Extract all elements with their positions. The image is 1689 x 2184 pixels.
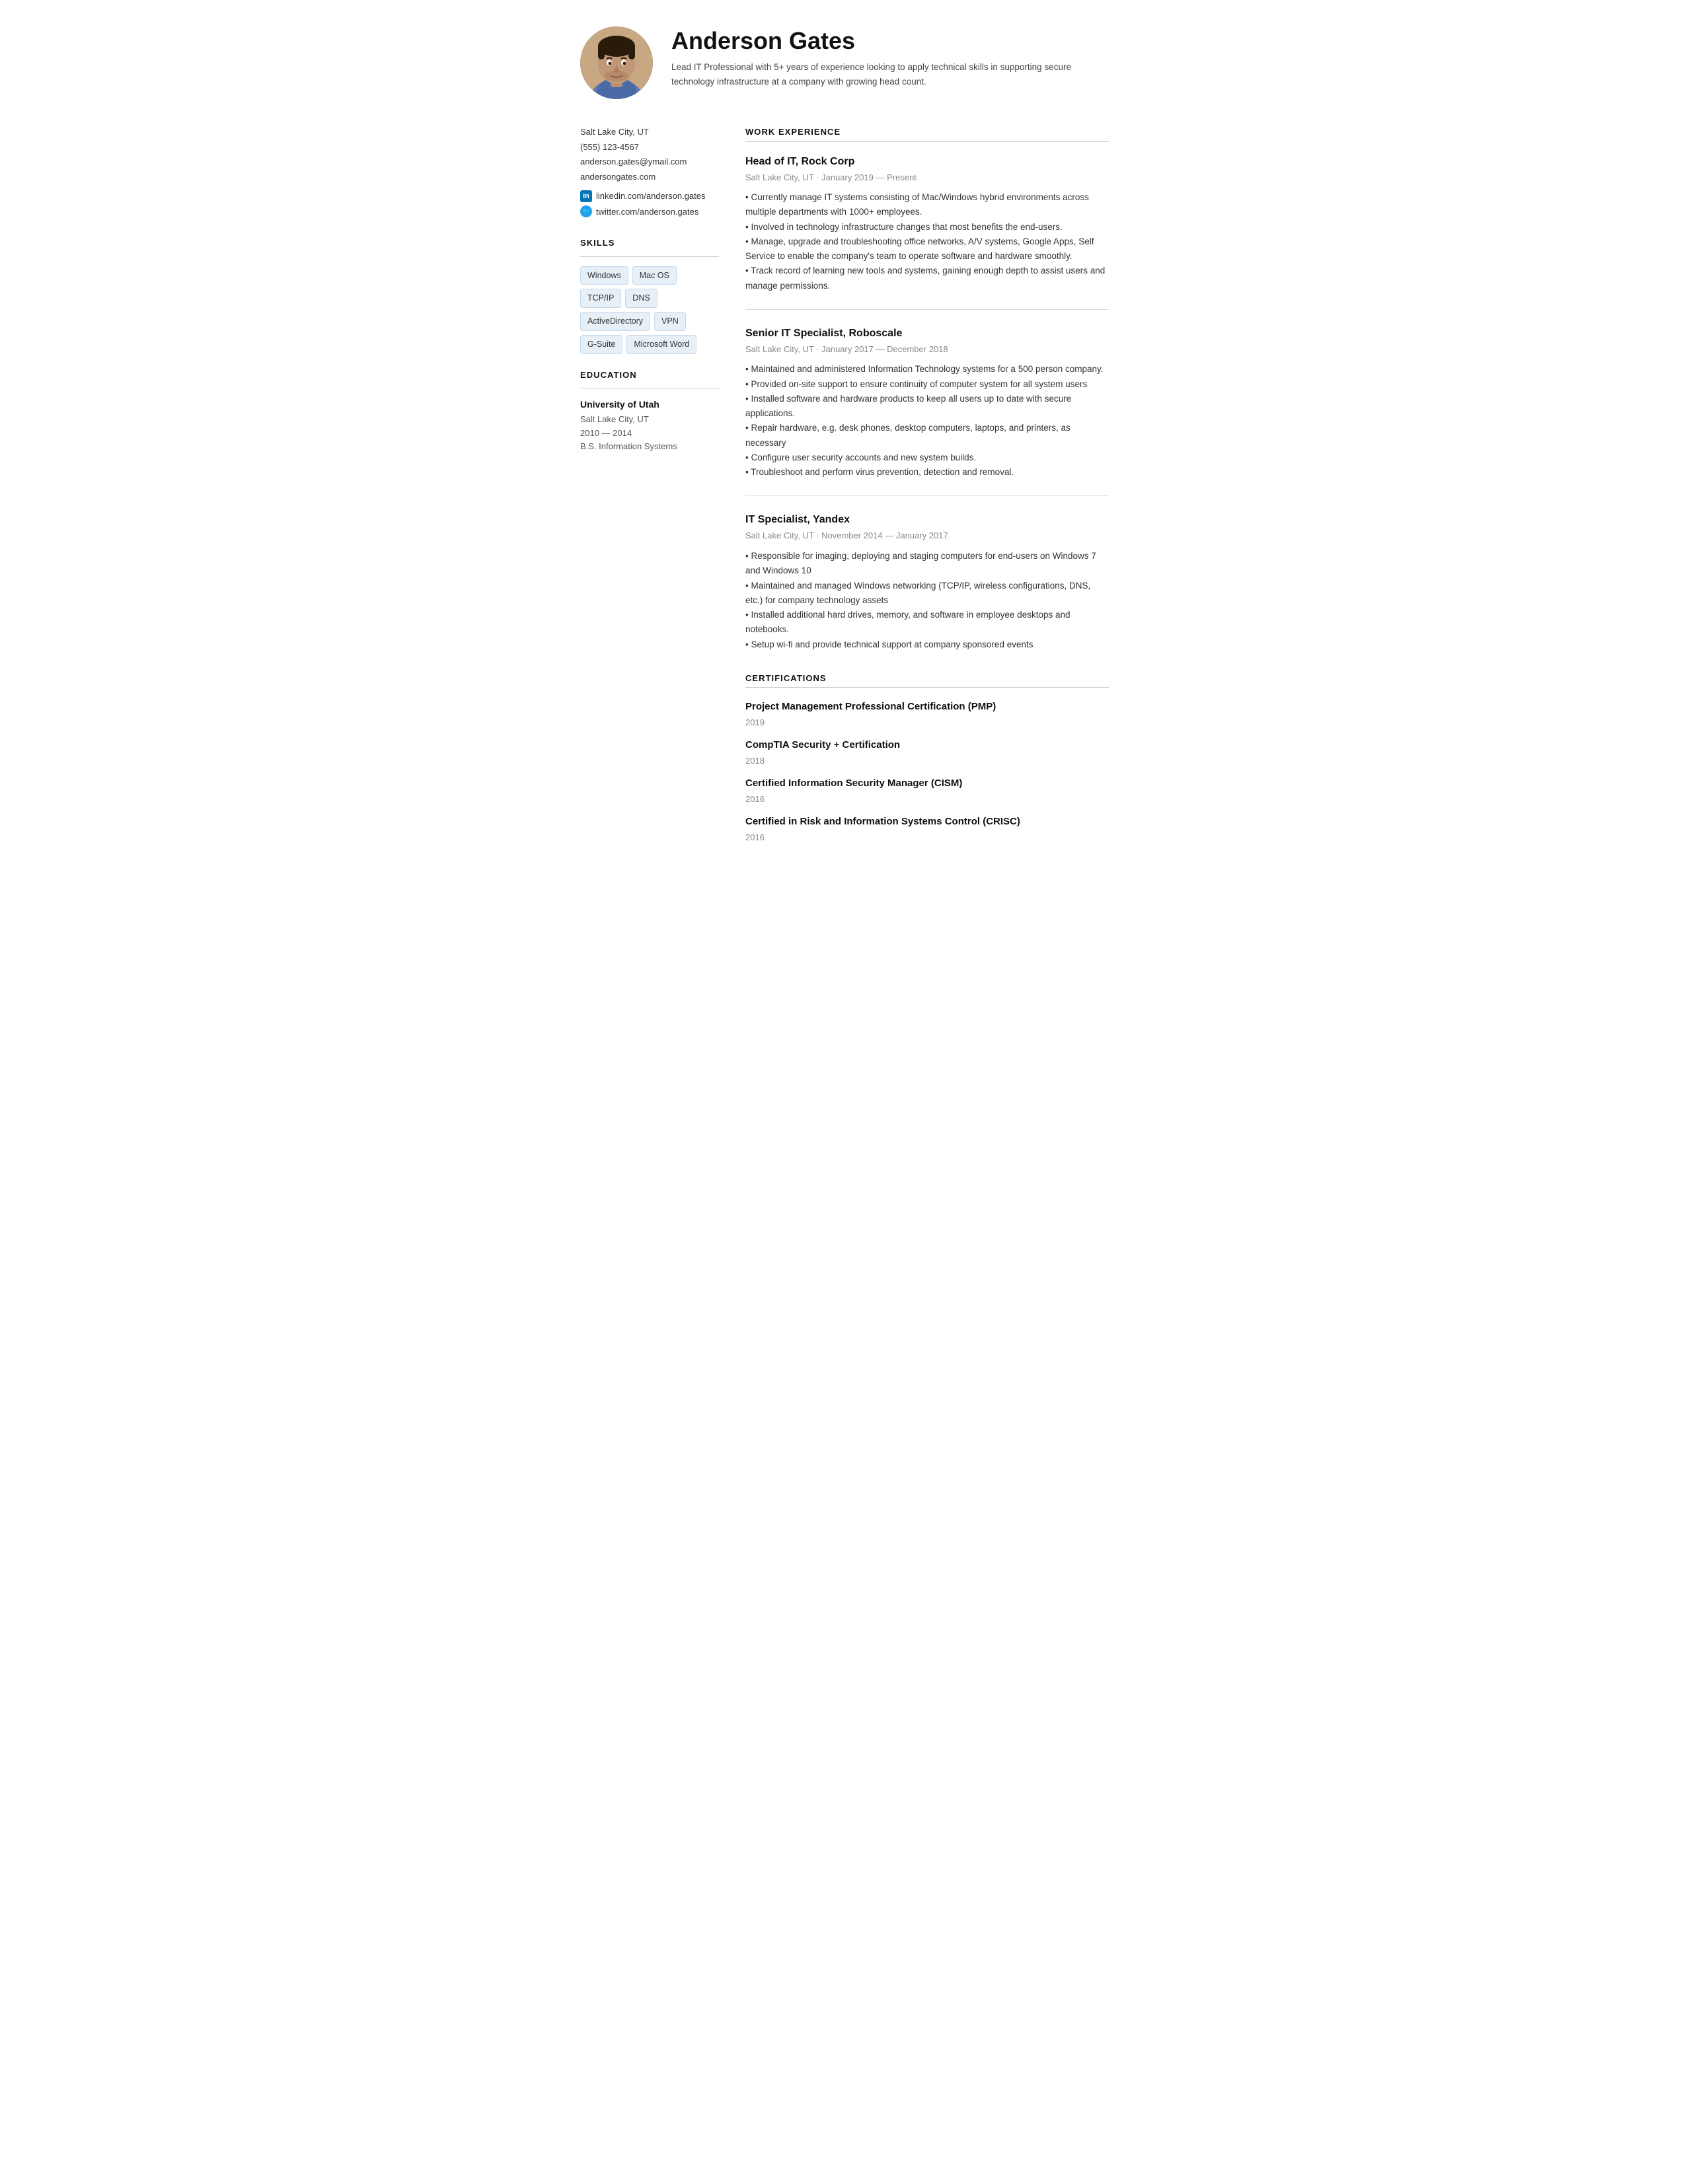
job-2-meta: Salt Lake City, UT · November 2014 — Jan…: [745, 529, 1109, 542]
cert-1: CompTIA Security + Certification 2018: [745, 738, 1109, 767]
contact-phone: (555) 123-4567: [580, 141, 719, 154]
edu-location: Salt Lake City, UT: [580, 413, 719, 426]
cert-0-year: 2019: [745, 716, 1109, 729]
twitter-icon: 🐦: [580, 205, 592, 217]
job-1-bullets: • Maintained and administered Informatio…: [745, 362, 1109, 480]
skill-gsuite: G-Suite: [580, 335, 622, 354]
edu-school: University of Utah: [580, 398, 719, 412]
job-0: Head of IT, Rock Corp Salt Lake City, UT…: [745, 154, 1109, 310]
edu-dates: 2010 — 2014: [580, 427, 719, 440]
job-1-title: Senior IT Specialist, Roboscale: [745, 326, 1109, 342]
skill-activedirectory: ActiveDirectory: [580, 312, 650, 331]
website-text: andersongates.com: [580, 170, 656, 184]
sidebar: Salt Lake City, UT (555) 123-4567 anders…: [580, 126, 719, 853]
cert-2: Certified Information Security Manager (…: [745, 776, 1109, 805]
contact-location: Salt Lake City, UT: [580, 126, 719, 139]
edu-degree: B.S. Information Systems: [580, 440, 719, 453]
cert-3: Certified in Risk and Information System…: [745, 815, 1109, 844]
cert-3-year: 2016: [745, 831, 1109, 844]
cert-3-name: Certified in Risk and Information System…: [745, 815, 1109, 830]
resume-page: Anderson Gates Lead IT Professional with…: [547, 0, 1142, 879]
cert-1-year: 2018: [745, 754, 1109, 768]
education-title: EDUCATION: [580, 369, 719, 382]
cert-title: CERTIFICATIONS: [745, 672, 1109, 685]
avatar: [580, 26, 653, 99]
location-text: Salt Lake City, UT: [580, 126, 649, 139]
skills-section: SKILLS Windows Mac OS TCP/IP DNS ActiveD…: [580, 237, 719, 354]
job-2: IT Specialist, Yandex Salt Lake City, UT…: [745, 512, 1109, 651]
cert-1-name: CompTIA Security + Certification: [745, 738, 1109, 753]
job-1-meta: Salt Lake City, UT · January 2017 — Dece…: [745, 343, 1109, 356]
skills-divider: [580, 256, 719, 257]
contact-info: Salt Lake City, UT (555) 123-4567 anders…: [580, 126, 719, 218]
education-item-0: University of Utah Salt Lake City, UT 20…: [580, 398, 719, 453]
main-content: WORK EXPERIENCE Head of IT, Rock Corp Sa…: [745, 126, 1109, 853]
work-divider: [745, 141, 1109, 142]
skill-vpn: VPN: [654, 312, 686, 331]
skill-windows: Windows: [580, 266, 628, 285]
education-section: EDUCATION University of Utah Salt Lake C…: [580, 369, 719, 453]
skill-msword: Microsoft Word: [626, 335, 696, 354]
cert-0-name: Project Management Professional Certific…: [745, 700, 1109, 715]
linkedin-label: linkedin.com/anderson.gates: [596, 190, 706, 203]
contact-email: anderson.gates@ymail.com: [580, 155, 719, 168]
work-experience-section: WORK EXPERIENCE Head of IT, Rock Corp Sa…: [745, 126, 1109, 652]
cert-divider: [745, 687, 1109, 688]
work-title: WORK EXPERIENCE: [745, 126, 1109, 139]
linkedin-icon: in: [580, 190, 592, 202]
linkedin-item: in linkedin.com/anderson.gates: [580, 190, 719, 203]
skills-grid: Windows Mac OS TCP/IP DNS ActiveDirector…: [580, 266, 719, 354]
cert-2-year: 2016: [745, 793, 1109, 806]
header-section: Anderson Gates Lead IT Professional with…: [580, 26, 1109, 99]
cert-0: Project Management Professional Certific…: [745, 700, 1109, 729]
email-text: anderson.gates@ymail.com: [580, 155, 687, 168]
skill-macos: Mac OS: [632, 266, 677, 285]
contact-website: andersongates.com: [580, 170, 719, 184]
job-2-bullets: • Responsible for imaging, deploying and…: [745, 549, 1109, 652]
job-0-bullets: • Currently manage IT systems consisting…: [745, 190, 1109, 293]
job-2-title: IT Specialist, Yandex: [745, 512, 1109, 528]
candidate-summary: Lead IT Professional with 5+ years of ex…: [671, 60, 1109, 89]
twitter-label: twitter.com/anderson.gates: [596, 205, 698, 219]
job-0-meta: Salt Lake City, UT · January 2019 — Pres…: [745, 171, 1109, 184]
job-1: Senior IT Specialist, Roboscale Salt Lak…: [745, 326, 1109, 497]
header-info: Anderson Gates Lead IT Professional with…: [671, 26, 1109, 89]
cert-2-name: Certified Information Security Manager (…: [745, 776, 1109, 791]
job-0-title: Head of IT, Rock Corp: [745, 154, 1109, 170]
certifications-section: CERTIFICATIONS Project Management Profes…: [745, 672, 1109, 844]
twitter-item: 🐦 twitter.com/anderson.gates: [580, 205, 719, 219]
skill-dns: DNS: [625, 289, 657, 308]
body-layout: Salt Lake City, UT (555) 123-4567 anders…: [580, 126, 1109, 853]
candidate-name: Anderson Gates: [671, 26, 1109, 55]
skill-tcpip: TCP/IP: [580, 289, 621, 308]
skills-title: SKILLS: [580, 237, 719, 250]
phone-text: (555) 123-4567: [580, 141, 639, 154]
